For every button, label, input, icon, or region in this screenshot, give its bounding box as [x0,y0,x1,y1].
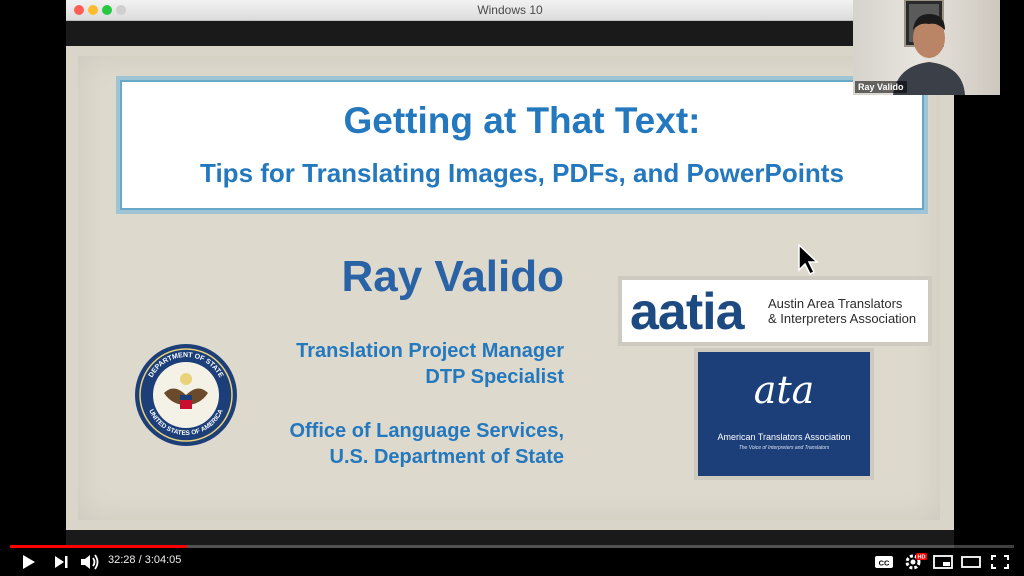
presentation-window: Windows 10 Getting at That Text: Tips fo… [66,0,954,548]
presenter-specialty: DTP Specialist [425,366,564,388]
slide-content: Getting at That Text: Tips for Translati… [78,56,940,520]
aatia-logo: aatia [630,283,745,341]
play-icon[interactable] [18,552,38,572]
ata-tagline: The Voice of Interpreters and Translator… [738,445,830,451]
time-separator: / [135,554,145,566]
webcam-participant-name: Ray Valido [855,81,907,93]
video-time: 32:28 / 3:04:05 [108,554,181,566]
ata-logo: ata [753,368,815,412]
hd-badge: HD [918,555,926,561]
fullscreen-icon[interactable] [989,552,1011,572]
organization-line2: U.S. Department of State [329,446,564,468]
state-department-seal: DEPARTMENT OF STATE UNITED STATES OF AME… [135,344,237,446]
slide-title-box: Getting at That Text: Tips for Translati… [120,80,924,210]
organization-line1: Office of Language Services, [289,420,564,442]
captions-icon[interactable]: CC [873,552,895,572]
window-titlebar: Windows 10 [66,0,954,21]
current-time: 32:28 [108,554,136,566]
miniplayer-icon[interactable] [932,552,954,572]
aatia-name-line1: Austin Area Translators [768,296,903,311]
ata-logo-box: ata American Translators Association The… [694,348,874,480]
volume-icon[interactable] [79,552,101,572]
theater-icon[interactable] [960,552,982,572]
webcam-feed: Ray Valido [853,0,1000,95]
slide-title: Getting at That Text: [343,100,701,141]
next-icon[interactable] [51,552,71,572]
aatia-logo-box: aatia Austin Area Translators & Interpre… [618,276,932,346]
svg-text:CC: CC [879,559,890,568]
slide-subtitle: Tips for Translating Images, PDFs, and P… [200,158,844,188]
video-duration: 3:04:05 [144,554,182,566]
aatia-name-line2: & Interpreters Association [768,311,917,326]
ata-name: American Translators Association [717,432,851,442]
presenter-role: Translation Project Manager [296,340,564,362]
presenter-name: Ray Valido [341,252,564,301]
video-controls: 32:28 / 3:04:05 CC HD [0,548,1024,576]
mouse-cursor-icon [798,244,819,276]
slide: Getting at That Text: Tips for Translati… [66,46,954,530]
window-title: Windows 10 [477,3,543,17]
gear-icon[interactable]: HD [903,552,927,572]
